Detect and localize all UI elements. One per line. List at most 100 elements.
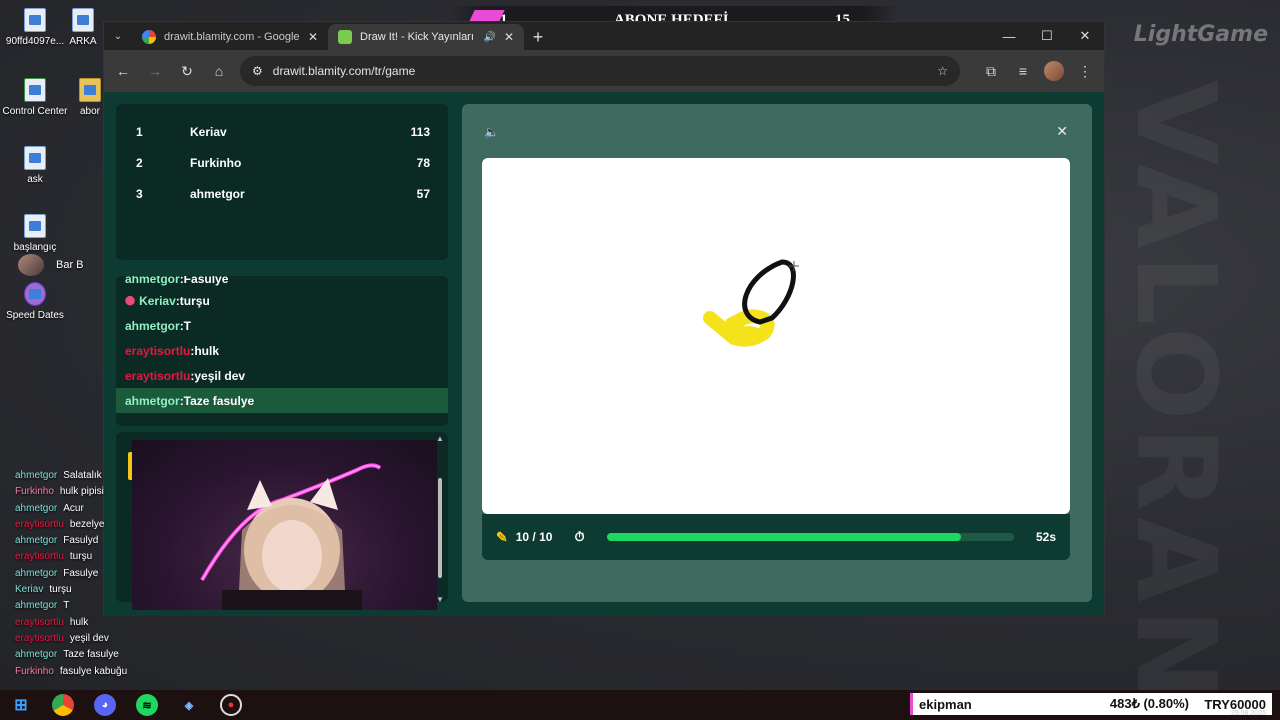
cat-ear — [247, 480, 272, 510]
tab-strip: ⌄ drawit.blamity.com - Google'da ara ✕ D… — [104, 22, 1104, 50]
leaderboard-row: 1 Keriav 113 — [136, 124, 430, 139]
discord-icon[interactable]: ◕ — [94, 694, 116, 716]
overlay-chat-message: eraytisortlu turşu — [15, 551, 215, 567]
overlay-chat-user: ahmetgor — [15, 502, 58, 514]
guess-chat: ahmetgor:Fasulye ⬤ Keriav:turşu ahmetgor… — [116, 276, 448, 426]
overlay-chat-text: hulk — [69, 616, 89, 628]
desktop-icon-bar-b[interactable]: Bar B — [18, 254, 98, 276]
overlay-chat-text: turşu — [69, 551, 93, 563]
windows-start-icon[interactable]: ⊞ — [10, 694, 32, 716]
browser-toolbar: ← → ↻ ⌂ ⚙ drawit.blamity.com/tr/game ☆ ⧉… — [104, 50, 1104, 92]
overlay-chat-user: ahmetgor — [15, 535, 58, 547]
overlay-chat-text: Fasulye — [63, 567, 99, 579]
tab-search-button[interactable]: ⌄ — [104, 22, 132, 50]
maximize-button[interactable]: ☐ — [1028, 22, 1066, 50]
scroll-down-icon[interactable]: ▼ — [436, 595, 444, 604]
file-icon — [72, 8, 94, 32]
overlay-chat-text: fasulye kabuğu — [59, 665, 128, 677]
overlay-chat-user: eraytisortlu — [15, 551, 64, 563]
profile-avatar[interactable] — [1044, 61, 1064, 81]
control-center-icon — [24, 78, 46, 102]
round-status-bar: ✎ 10 / 10 ⏱ 52s — [482, 514, 1070, 560]
round-counter: 10 / 10 — [515, 530, 553, 544]
tab-google-search[interactable]: drawit.blamity.com - Google'da ara ✕ — [132, 24, 328, 50]
close-tab-icon[interactable]: ✕ — [504, 30, 514, 44]
extensions-icon[interactable]: ⧉ — [980, 60, 1002, 82]
wallpaper-logo-text: VALORANT — [1112, 80, 1240, 720]
forward-button[interactable]: → — [144, 60, 166, 82]
file-icon — [24, 8, 46, 32]
overlay-chat-message: ahmetgor Salatalık — [15, 470, 215, 486]
tab-audio-icon[interactable]: 🔊 — [483, 32, 495, 43]
donation-ticker: ekipman 483₺ (0.80%) TRY60000 — [910, 693, 1272, 715]
google-icon — [142, 30, 156, 44]
overlay-chat-text: hulk pipisi — [59, 486, 104, 498]
overlay-chat-user: ahmetgor — [15, 470, 58, 481]
back-button[interactable]: ← — [112, 60, 134, 82]
chat-message: eraytisortlu:yeşil dev — [125, 368, 246, 383]
chat-message: ahmetgor:T — [125, 318, 192, 333]
overlay-chat-message: eraytisortlu hulk — [15, 617, 215, 633]
address-bar[interactable]: ⚙ drawit.blamity.com/tr/game ☆ — [240, 56, 960, 86]
obs-icon[interactable]: ● — [220, 694, 242, 716]
timer-icon: ⏱ — [574, 529, 585, 544]
chrome-icon[interactable] — [52, 694, 74, 716]
panel-scrollbar[interactable]: ▲ ▼ — [436, 434, 444, 604]
overlay-chat-user: eraytisortlu — [15, 616, 64, 628]
app-icon — [24, 282, 46, 306]
leaderboard-row: 2 Furkinho 78 — [136, 155, 430, 170]
overlay-chat-message: ahmetgor Fasulyd — [15, 535, 215, 551]
close-icon[interactable]: ✕ — [1056, 123, 1068, 140]
sound-icon[interactable]: 🔈 — [484, 125, 499, 139]
overlay-chat-message: Furkinho hulk pipisi — [15, 486, 215, 502]
leaderboard-row: 3 ahmetgor 57 — [136, 186, 430, 201]
yellow-blob — [732, 326, 764, 346]
overlay-chat-user: ahmetgor — [15, 567, 58, 579]
home-button[interactable]: ⌂ — [208, 60, 230, 82]
overlay-chat-user: Furkinho — [15, 486, 54, 498]
overlay-chat-user: Furkinho — [15, 665, 54, 677]
close-window-button[interactable]: ✕ — [1066, 22, 1104, 50]
bookmark-star-icon[interactable]: ☆ — [937, 64, 948, 78]
overlay-chat-user: Keriav — [15, 584, 44, 596]
app-icon[interactable]: ◈ — [178, 694, 200, 716]
badge-icon: ⬤ — [125, 295, 136, 305]
chat-message: eraytisortlu:hulk — [125, 343, 220, 358]
new-tab-button[interactable]: + — [524, 24, 552, 50]
overlay-chat-user: ahmetgor — [15, 600, 58, 612]
overlay-chat-text: turşu — [49, 584, 72, 596]
overlay-chat-message: eraytisortlu bezelye — [15, 519, 215, 535]
more-menu-icon[interactable]: ⋮ — [1074, 60, 1096, 82]
avatar — [18, 254, 44, 276]
folder-icon — [79, 78, 101, 102]
drawing-canvas[interactable] — [482, 158, 1070, 514]
overlay-chat-message: ahmetgor Fasulye — [15, 568, 215, 584]
drawing-panel: 🔈 ✕ ✎ 10 / 10 ⏱ 52s — [462, 104, 1092, 602]
desktop-icon-speed-dates[interactable]: Speed Dates — [0, 282, 70, 321]
overlay-chat-text: Taze fasulye — [63, 649, 119, 661]
desktop-icon-ask[interactable]: ask — [0, 146, 70, 185]
stream-brand-logo: LightGame — [1133, 22, 1268, 47]
scroll-thumb[interactable] — [438, 478, 442, 578]
overlay-chat-text: T — [63, 600, 70, 612]
chat-message-correct: ahmetgor:Taze fasulye — [116, 388, 448, 413]
scroll-up-icon[interactable]: ▲ — [436, 434, 444, 443]
spotify-icon[interactable]: ≋ — [136, 694, 158, 716]
leaderboard: 1 Keriav 113 2 Furkinho 78 3 ahmetgor 57 — [116, 104, 448, 260]
reload-button[interactable]: ↻ — [176, 60, 198, 82]
desktop-icon-baslangic[interactable]: başlangıç — [0, 214, 70, 253]
stream-chat-overlay: ahmetgor Salatalık Furkinho hulk pipisi ahme… — [15, 470, 215, 682]
file-icon — [24, 146, 46, 170]
overlay-chat-message: ahmetgor T — [15, 600, 215, 616]
chat-message: ⬤ Keriav:turşu — [125, 293, 210, 308]
minimize-button[interactable]: — — [990, 22, 1028, 50]
url-text: drawit.blamity.com/tr/game — [272, 64, 416, 78]
close-tab-icon[interactable]: ✕ — [308, 30, 318, 44]
tab-draw-it[interactable]: Draw It! - Kick Yayınları İçin 🔊 ✕ — [328, 24, 524, 50]
chat-message: ahmetgor:Fasulye — [125, 276, 229, 286]
overlay-chat-message: Furkinho fasulye kabuğu — [15, 666, 215, 682]
media-controls-icon[interactable]: ≡ — [1012, 60, 1034, 82]
site-info-icon[interactable]: ⚙ — [252, 64, 263, 78]
overlay-chat-text: Salatalık — [63, 470, 102, 481]
pencil-icon: ✎ — [496, 528, 508, 545]
